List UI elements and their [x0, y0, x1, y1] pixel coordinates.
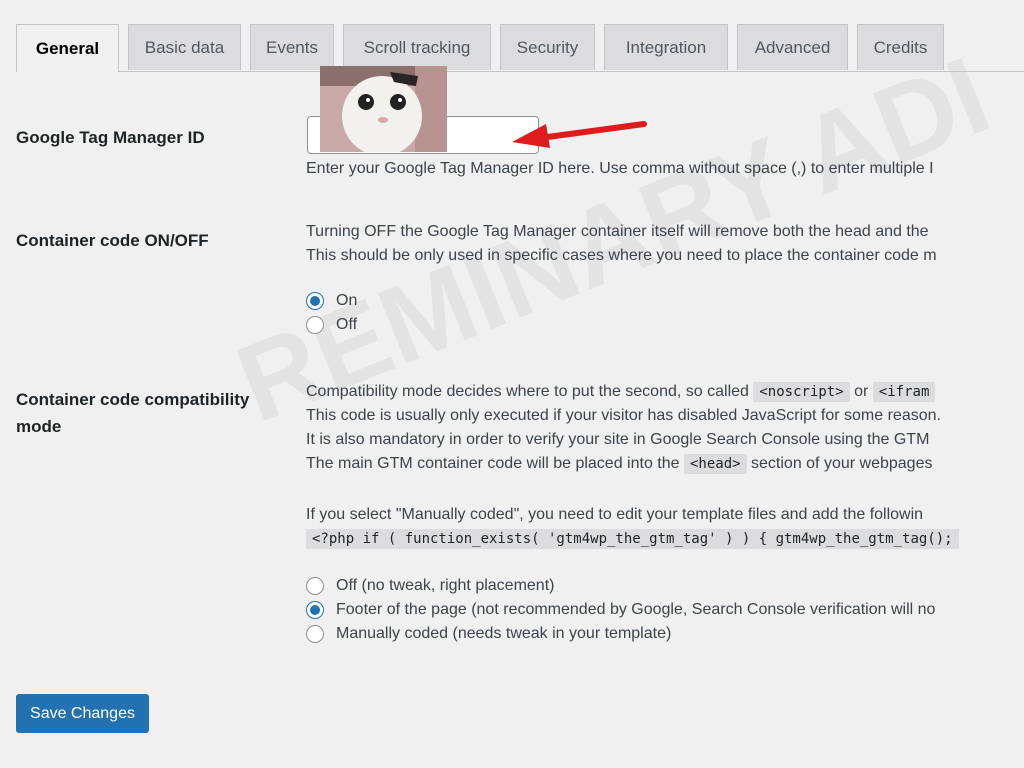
- container-onoff-label: Container code ON/OFF: [16, 231, 209, 250]
- compat-desc-4-pre: The main GTM container code will be plac…: [306, 455, 680, 472]
- save-changes-button[interactable]: Save Changes: [16, 694, 149, 733]
- gtm-id-help: Enter your Google Tag Manager ID here. U…: [306, 160, 934, 177]
- radio-label-off: Off: [336, 316, 358, 333]
- tab-security[interactable]: Security: [500, 24, 595, 70]
- code-head: <head>: [683, 454, 747, 474]
- code-noscript: <noscript>: [753, 382, 850, 402]
- tab-basic-data[interactable]: Basic data: [128, 24, 241, 70]
- tab-integration[interactable]: Integration: [604, 24, 728, 70]
- gtm-id-label: Google Tag Manager ID: [16, 128, 205, 147]
- radio-label-on: On: [336, 292, 358, 309]
- tab-scroll-tracking[interactable]: Scroll tracking: [343, 24, 491, 70]
- radio-compat-off[interactable]: Off (no tweak, right placement): [306, 577, 554, 595]
- radio-dot-off[interactable]: [306, 316, 324, 334]
- radio-dot-compat-manual[interactable]: [306, 625, 324, 643]
- code-iframe: <ifram: [872, 382, 936, 402]
- compat-desc-1-pre: Compatibility mode decides where to put …: [306, 383, 749, 400]
- radio-label-compat-manual: Manually coded (needs tweak in your temp…: [336, 625, 672, 642]
- radio-container-on[interactable]: On: [306, 292, 357, 310]
- compat-desc-5: If you select "Manually coded", you need…: [306, 506, 924, 523]
- compat-mode-label: Container code compatibility mode: [16, 390, 250, 436]
- red-arrow-annotation: [512, 121, 647, 148]
- radio-compat-manual[interactable]: Manually coded (needs tweak in your temp…: [306, 625, 671, 643]
- container-onoff-desc-2: This should be only used in specific cas…: [306, 247, 937, 264]
- radio-dot-compat-footer[interactable]: [306, 601, 324, 619]
- container-onoff-desc-1: Turning OFF the Google Tag Manager conta…: [306, 223, 929, 240]
- radio-label-compat-off: Off (no tweak, right placement): [336, 577, 555, 594]
- compat-desc-4: The main GTM container code will be plac…: [306, 452, 932, 476]
- compat-desc-1-mid: or: [854, 383, 869, 400]
- radio-compat-footer[interactable]: Footer of the page (not recommended by G…: [306, 601, 935, 619]
- radio-dot-compat-off[interactable]: [306, 577, 324, 595]
- code-php-snippet: <?php if ( function_exists( 'gtm4wp_the_…: [306, 529, 959, 549]
- radio-container-off[interactable]: Off: [306, 316, 357, 334]
- tab-general[interactable]: General: [16, 24, 119, 72]
- radio-label-compat-footer: Footer of the page (not recommended by G…: [336, 601, 936, 618]
- tab-advanced[interactable]: Advanced: [737, 24, 848, 70]
- compat-desc-2: This code is usually only executed if yo…: [306, 407, 941, 424]
- compat-desc-4-post: section of your webpages: [751, 455, 933, 472]
- radio-dot-on[interactable]: [306, 292, 324, 310]
- tab-credits[interactable]: Credits: [857, 24, 944, 70]
- compat-php-snippet: <?php if ( function_exists( 'gtm4wp_the_…: [306, 527, 959, 551]
- compat-desc-3: It is also mandatory in order to verify …: [306, 431, 930, 448]
- settings-tab-bar: General Basic data Events Scroll trackin…: [16, 24, 1024, 72]
- compat-desc-1: Compatibility mode decides where to put …: [306, 380, 936, 404]
- cat-photo-overlay: [320, 66, 447, 152]
- tab-events[interactable]: Events: [250, 24, 334, 70]
